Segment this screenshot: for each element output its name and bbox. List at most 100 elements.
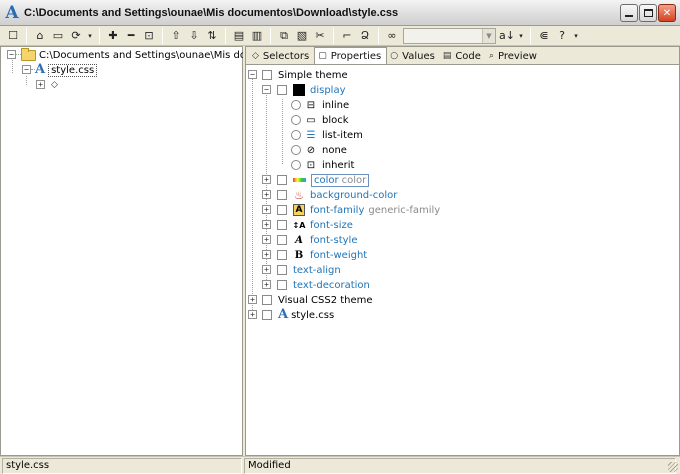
tree-item-font-style[interactable]: A font-style — [277, 233, 358, 247]
add-icon[interactable]: ✚ — [104, 27, 122, 45]
status-bar: style.css Modified — [0, 456, 680, 474]
font-weight-label: font-weight — [310, 249, 368, 261]
new-icon[interactable]: ☐ — [4, 27, 22, 45]
maximize-button[interactable] — [639, 4, 657, 22]
tree-child-node[interactable]: ◇ — [51, 78, 58, 92]
save-icon[interactable]: ▭ — [49, 27, 67, 45]
paste-format-icon[interactable]: ▥ — [248, 27, 266, 45]
remove-icon[interactable]: ━ — [122, 27, 140, 45]
file-tree-pane[interactable]: − C:\Documents and Settings\ounae\Mis do… — [0, 46, 258, 456]
color-pick-icon[interactable]: ⋐ — [535, 27, 553, 45]
cut-icon[interactable]: ✂ — [311, 27, 329, 45]
tab-preview[interactable]: ⌕ Preview — [486, 48, 542, 64]
tree-item-simple-theme[interactable]: Simple theme — [262, 68, 348, 82]
tree-item-display[interactable]: display — [277, 83, 346, 97]
toolbar-separator — [225, 27, 226, 44]
move-up-icon[interactable]: ⇧ — [167, 27, 185, 45]
inline-radio[interactable] — [291, 100, 301, 110]
color-checkbox[interactable] — [277, 175, 287, 185]
tab-properties[interactable]: ▢ Properties — [314, 47, 388, 64]
expand-icon[interactable]: + — [248, 295, 257, 304]
value-list-item[interactable]: ☰ list-item — [291, 128, 363, 142]
collapse-icon[interactable]: − — [22, 65, 31, 74]
binoculars-icon[interactable]: ∞ — [383, 27, 401, 45]
text-decoration-checkbox[interactable] — [277, 280, 287, 290]
font-family-label: font-family — [310, 204, 365, 216]
list-item-radio[interactable] — [291, 130, 301, 140]
minimize-button[interactable] — [620, 4, 638, 22]
text-align-checkbox[interactable] — [277, 265, 287, 275]
chevron-down-icon[interactable]: ▾ — [571, 27, 581, 45]
expand-icon[interactable]: + — [36, 80, 45, 89]
chevron-down-icon[interactable]: ▼ — [482, 28, 495, 43]
expand-icon[interactable]: + — [262, 235, 271, 244]
chevron-down-icon[interactable]: ▾ — [85, 27, 95, 45]
chevron-down-icon[interactable]: ▾ — [516, 27, 526, 45]
font-weight-checkbox[interactable] — [277, 250, 287, 260]
visual-theme-checkbox[interactable] — [262, 295, 272, 305]
display-checkbox[interactable] — [277, 85, 287, 95]
value-inherit[interactable]: ⊡ inherit — [291, 158, 354, 172]
expand-icon[interactable]: + — [262, 220, 271, 229]
resize-grip-icon[interactable] — [668, 462, 678, 472]
sort-icon[interactable]: ⇅ — [203, 27, 221, 45]
copy-format-icon[interactable]: ▤ — [230, 27, 248, 45]
toolbar-combo[interactable]: ▼ — [403, 27, 496, 44]
tree-item-font-weight[interactable]: B font-weight — [277, 248, 367, 262]
collapse-icon[interactable]: − — [262, 85, 271, 94]
tree-item-text-align[interactable]: text-align — [277, 263, 341, 277]
status-state: Modified — [244, 458, 676, 474]
help-icon[interactable]: ? — [553, 27, 571, 45]
collapse-icon[interactable]: − — [248, 70, 257, 79]
tree-item-font-family[interactable]: A font-family generic-family — [277, 203, 440, 217]
expand-icon[interactable]: + — [262, 175, 271, 184]
tree-item-text-decoration[interactable]: text-decoration — [277, 278, 370, 292]
tab-values[interactable]: ○ Values — [387, 48, 440, 64]
paste-icon[interactable]: ▧ — [293, 27, 311, 45]
style-file-checkbox[interactable] — [262, 310, 272, 320]
none-radio[interactable] — [291, 145, 301, 155]
paint-bucket-icon: ♨ — [294, 188, 304, 202]
tree-root-node[interactable]: C:\Documents and Settings\ounae\Mis docu — [21, 47, 258, 62]
expand-icon[interactable]: + — [262, 280, 271, 289]
tab-label: Code — [455, 50, 481, 62]
font-style-checkbox[interactable] — [277, 235, 287, 245]
expand-icon[interactable]: + — [262, 205, 271, 214]
background-color-checkbox[interactable] — [277, 190, 287, 200]
simple-theme-checkbox[interactable] — [262, 70, 272, 80]
tree-item-background-color[interactable]: ♨ background-color — [277, 188, 397, 202]
move-down-icon[interactable]: ⇩ — [185, 27, 203, 45]
copy-icon[interactable]: ⧉ — [275, 27, 293, 45]
expand-icon[interactable]: + — [262, 250, 271, 259]
tree-item-visual-theme[interactable]: Visual CSS2 theme — [262, 293, 373, 307]
tree-item-font-size[interactable]: ↕A font-size — [277, 218, 353, 232]
css-file-icon: A — [278, 307, 289, 322]
find-icon[interactable]: Ձ — [356, 27, 374, 45]
expand-box-icon[interactable]: ⊡ — [140, 27, 158, 45]
font-size-checkbox[interactable] — [277, 220, 287, 230]
none-icon: ⊘ — [306, 144, 316, 156]
value-block[interactable]: ▭ block — [291, 113, 349, 127]
simple-theme-label: Simple theme — [278, 69, 348, 81]
block-radio[interactable] — [291, 115, 301, 125]
tab-selectors[interactable]: ◇ Selectors — [249, 48, 314, 64]
list-item-icon: ☰ — [306, 129, 316, 141]
expand-icon[interactable]: + — [262, 265, 271, 274]
value-none[interactable]: ⊘ none — [291, 143, 347, 157]
comment-icon[interactable]: ⌐ — [338, 27, 356, 45]
inherit-radio[interactable] — [291, 160, 301, 170]
collapse-icon[interactable]: − — [7, 50, 16, 59]
open-icon[interactable]: ⌂ — [31, 27, 49, 45]
close-button[interactable]: ✕ — [658, 4, 676, 22]
expand-icon[interactable]: + — [248, 310, 257, 319]
value-inline[interactable]: ⊟ inline — [291, 98, 349, 112]
expand-icon[interactable]: + — [262, 190, 271, 199]
font-family-checkbox[interactable] — [277, 205, 287, 215]
refresh-icon[interactable]: ⟳ — [67, 27, 85, 45]
tree-file-node[interactable]: A style.css — [35, 63, 98, 77]
tree-item-color[interactable]: color color — [277, 173, 370, 187]
font-size-icon[interactable]: a↓ — [498, 27, 516, 45]
tab-code[interactable]: ▤ Code — [440, 48, 486, 64]
tree-item-style-file[interactable]: A style.css — [262, 308, 334, 322]
title-bar: A C:\Documents and Settings\ounae\Mis do… — [0, 0, 680, 26]
